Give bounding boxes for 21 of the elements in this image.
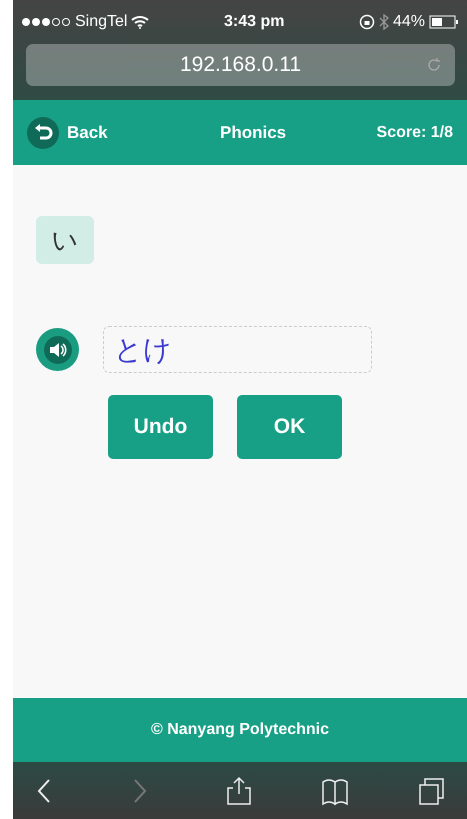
battery-percent: 44%: [392, 12, 425, 32]
answer-button[interactable]: OK: [237, 395, 342, 459]
rotation-lock-icon: [358, 14, 375, 30]
wifi-icon: [131, 15, 150, 29]
address-bar[interactable]: 192.168.0.11: [26, 44, 455, 86]
bluetooth-icon: [378, 14, 389, 30]
page-title: Phonics: [220, 122, 286, 144]
score-text: Score: 1/8: [376, 122, 453, 142]
url-text: 192.168.0.11: [180, 52, 302, 78]
speaker-icon: [44, 336, 72, 364]
clock-time: 3:43 pm: [224, 12, 284, 32]
answer-button[interactable]: Undo: [108, 395, 213, 459]
question-character: い: [36, 216, 94, 264]
back-button[interactable]: Back: [27, 116, 108, 148]
answer-field[interactable]: とけ: [103, 326, 372, 373]
carrier-name: SingTel: [75, 12, 128, 32]
speaker-button[interactable]: [36, 328, 79, 371]
tabs-icon[interactable]: [417, 776, 447, 806]
signal-icon: [21, 17, 71, 27]
copyright-text: © Nanyang Polytechnic: [150, 720, 330, 740]
battery-icon: [428, 15, 459, 29]
